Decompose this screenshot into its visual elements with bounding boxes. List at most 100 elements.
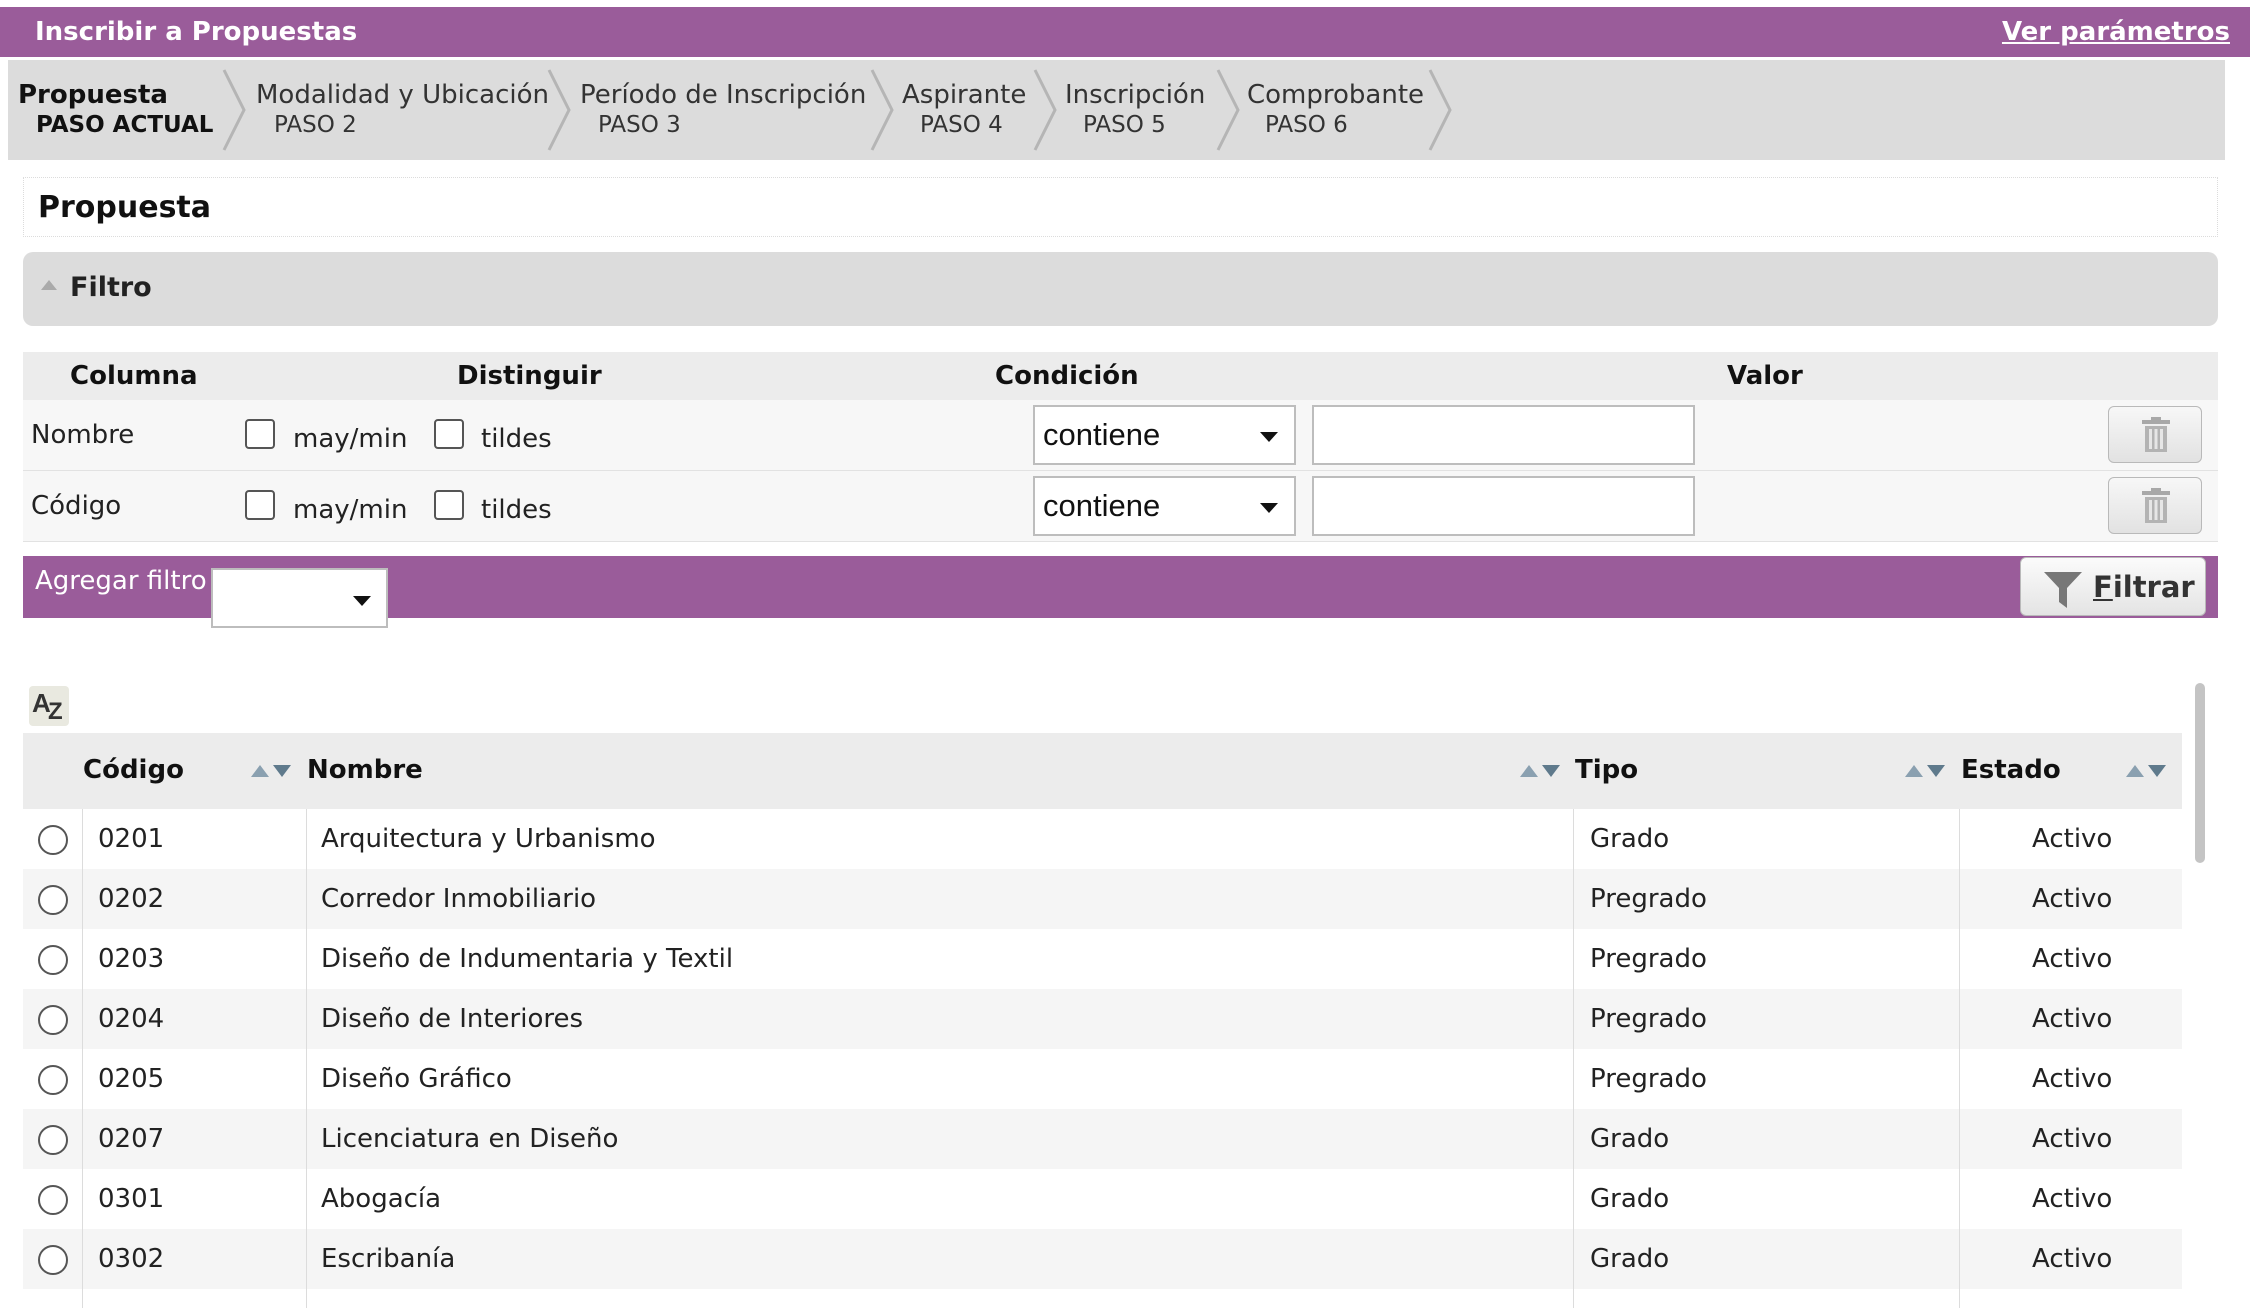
filter-toggle-label: Filtro xyxy=(70,272,152,303)
az-sort-icon[interactable]: AZ xyxy=(29,686,69,726)
table-row[interactable] xyxy=(23,1289,2182,1308)
page-title: Inscribir a Propuestas xyxy=(35,17,358,47)
table-row[interactable]: 0202 Corredor Inmobiliario Pregrado Acti… xyxy=(23,869,2182,929)
section-title: Propuesta xyxy=(38,190,212,225)
header-valor: Valor xyxy=(1727,361,1803,391)
sort-arrows-icon[interactable] xyxy=(1905,764,1947,778)
cell-estado: Activo xyxy=(2032,1124,2113,1154)
row-radio[interactable] xyxy=(38,1245,68,1275)
cell-estado: Activo xyxy=(2032,824,2113,854)
table-row[interactable]: 0201 Arquitectura y Urbanismo Grado Acti… xyxy=(23,809,2182,869)
accent-sensitive-checkbox[interactable] xyxy=(434,490,464,520)
cell-codigo: 0201 xyxy=(98,824,165,854)
step-separator-icon xyxy=(222,69,246,151)
filter-column-name: Código xyxy=(31,491,122,521)
row-radio[interactable] xyxy=(38,1005,68,1035)
table-row[interactable]: 0205 Diseño Gráfico Pregrado Activo xyxy=(23,1049,2182,1109)
filter-toggle[interactable]: Filtro xyxy=(23,252,2218,326)
case-sensitive-label: may/min xyxy=(293,495,408,525)
scrollbar-thumb[interactable] xyxy=(2195,683,2205,863)
cell-estado: Activo xyxy=(2032,1064,2113,1094)
cell-estado: Activo xyxy=(2032,884,2113,914)
add-filter-label: Agregar filtro xyxy=(35,566,207,596)
delete-filter-button[interactable] xyxy=(2108,406,2202,463)
cell-nombre: Licenciatura en Diseño xyxy=(321,1124,619,1154)
step-label: Aspirante xyxy=(902,80,1027,110)
header-tipo: Tipo xyxy=(1575,755,1639,785)
cell-nombre: Escribanía xyxy=(321,1244,456,1274)
cell-codigo: 0204 xyxy=(98,1004,165,1034)
cell-tipo: Grado xyxy=(1590,824,1670,854)
dropdown-caret-icon xyxy=(1260,432,1278,442)
filter-button-label-rest: iltrar xyxy=(2112,570,2195,604)
row-radio[interactable] xyxy=(38,945,68,975)
filter-value-input[interactable] xyxy=(1312,476,1695,536)
step-separator-icon xyxy=(547,69,571,151)
wizard-steps: Propuesta PASO ACTUAL Modalidad y Ubicac… xyxy=(8,60,2225,160)
page: Inscribir a Propuestas Ver parámetros Pr… xyxy=(0,0,2250,1308)
step-separator-icon xyxy=(1428,69,1452,151)
row-radio[interactable] xyxy=(38,1125,68,1155)
step-comprobante[interactable]: Comprobante PASO 6 xyxy=(1247,80,1424,140)
delete-filter-button[interactable] xyxy=(2108,477,2202,534)
cell-nombre: Diseño de Indumentaria y Textil xyxy=(321,944,734,974)
cell-codigo: 0203 xyxy=(98,944,165,974)
table-row[interactable]: 0302 Escribanía Grado Activo xyxy=(23,1229,2182,1289)
sort-arrows-icon[interactable] xyxy=(1520,764,1562,778)
filter-button-label: Filtrar xyxy=(2093,570,2195,604)
row-radio[interactable] xyxy=(38,885,68,915)
cell-nombre: Diseño de Interiores xyxy=(321,1004,584,1034)
condition-select[interactable]: contiene xyxy=(1033,476,1296,536)
add-filter-select[interactable] xyxy=(211,568,388,628)
filter-value-input[interactable] xyxy=(1312,405,1695,465)
sort-arrows-icon[interactable] xyxy=(251,764,293,778)
accent-sensitive-label: tildes xyxy=(481,495,552,525)
cell-codigo: 0207 xyxy=(98,1124,165,1154)
row-radio[interactable] xyxy=(38,1065,68,1095)
cell-estado: Activo xyxy=(2032,944,2113,974)
condition-selected-value: contiene xyxy=(1043,417,1161,452)
header-codigo: Código xyxy=(83,755,184,785)
table-row[interactable]: 0207 Licenciatura en Diseño Grado Activo xyxy=(23,1109,2182,1169)
step-sub: PASO 3 xyxy=(598,112,681,138)
table-row[interactable]: 0301 Abogacía Grado Activo xyxy=(23,1169,2182,1229)
step-inscripcion[interactable]: Inscripción PASO 5 xyxy=(1065,80,1205,140)
step-label: Inscripción xyxy=(1065,80,1206,110)
cell-estado: Activo xyxy=(2032,1184,2113,1214)
header-condicion: Condición xyxy=(995,361,1139,391)
case-sensitive-checkbox[interactable] xyxy=(245,419,275,449)
cell-codigo: 0301 xyxy=(98,1184,165,1214)
results-scrollbar[interactable] xyxy=(2193,680,2207,1308)
filter-button[interactable]: Filtrar xyxy=(2020,557,2206,616)
accent-sensitive-checkbox[interactable] xyxy=(434,419,464,449)
step-aspirante[interactable]: Aspirante PASO 4 xyxy=(902,80,1026,140)
cell-nombre: Diseño Gráfico xyxy=(321,1064,512,1094)
step-periodo[interactable]: Período de Inscripción PASO 3 xyxy=(580,80,866,140)
step-sub: PASO 2 xyxy=(274,112,357,138)
cell-codigo: 0302 xyxy=(98,1244,165,1274)
results-table-header: Código Nombre Tipo Estado xyxy=(23,733,2182,809)
header-nombre: Nombre xyxy=(307,755,423,785)
section-header: Propuesta xyxy=(23,177,2218,237)
case-sensitive-checkbox[interactable] xyxy=(245,490,275,520)
table-row[interactable]: 0203 Diseño de Indumentaria y Textil Pre… xyxy=(23,929,2182,989)
dropdown-caret-icon xyxy=(1260,503,1278,513)
step-modalidad[interactable]: Modalidad y Ubicación PASO 2 xyxy=(256,80,549,140)
cell-tipo: Grado xyxy=(1590,1244,1670,1274)
sort-arrows-icon[interactable] xyxy=(2126,764,2168,778)
row-radio[interactable] xyxy=(38,1185,68,1215)
trash-icon xyxy=(2142,488,2170,523)
cell-tipo: Pregrado xyxy=(1590,944,1707,974)
cell-tipo: Pregrado xyxy=(1590,1004,1707,1034)
step-propuesta[interactable]: Propuesta PASO ACTUAL xyxy=(18,80,213,140)
condition-select[interactable]: contiene xyxy=(1033,405,1296,465)
cell-tipo: Grado xyxy=(1590,1184,1670,1214)
table-row[interactable]: 0204 Diseño de Interiores Pregrado Activ… xyxy=(23,989,2182,1049)
filter-row-codigo: Código may/min tildes contiene xyxy=(23,471,2218,542)
trash-icon xyxy=(2142,417,2170,452)
row-radio[interactable] xyxy=(38,825,68,855)
step-sub: PASO 4 xyxy=(920,112,1003,138)
cell-codigo: 0205 xyxy=(98,1064,165,1094)
header-estado: Estado xyxy=(1961,755,2061,785)
view-parameters-link[interactable]: Ver parámetros xyxy=(2002,17,2230,47)
